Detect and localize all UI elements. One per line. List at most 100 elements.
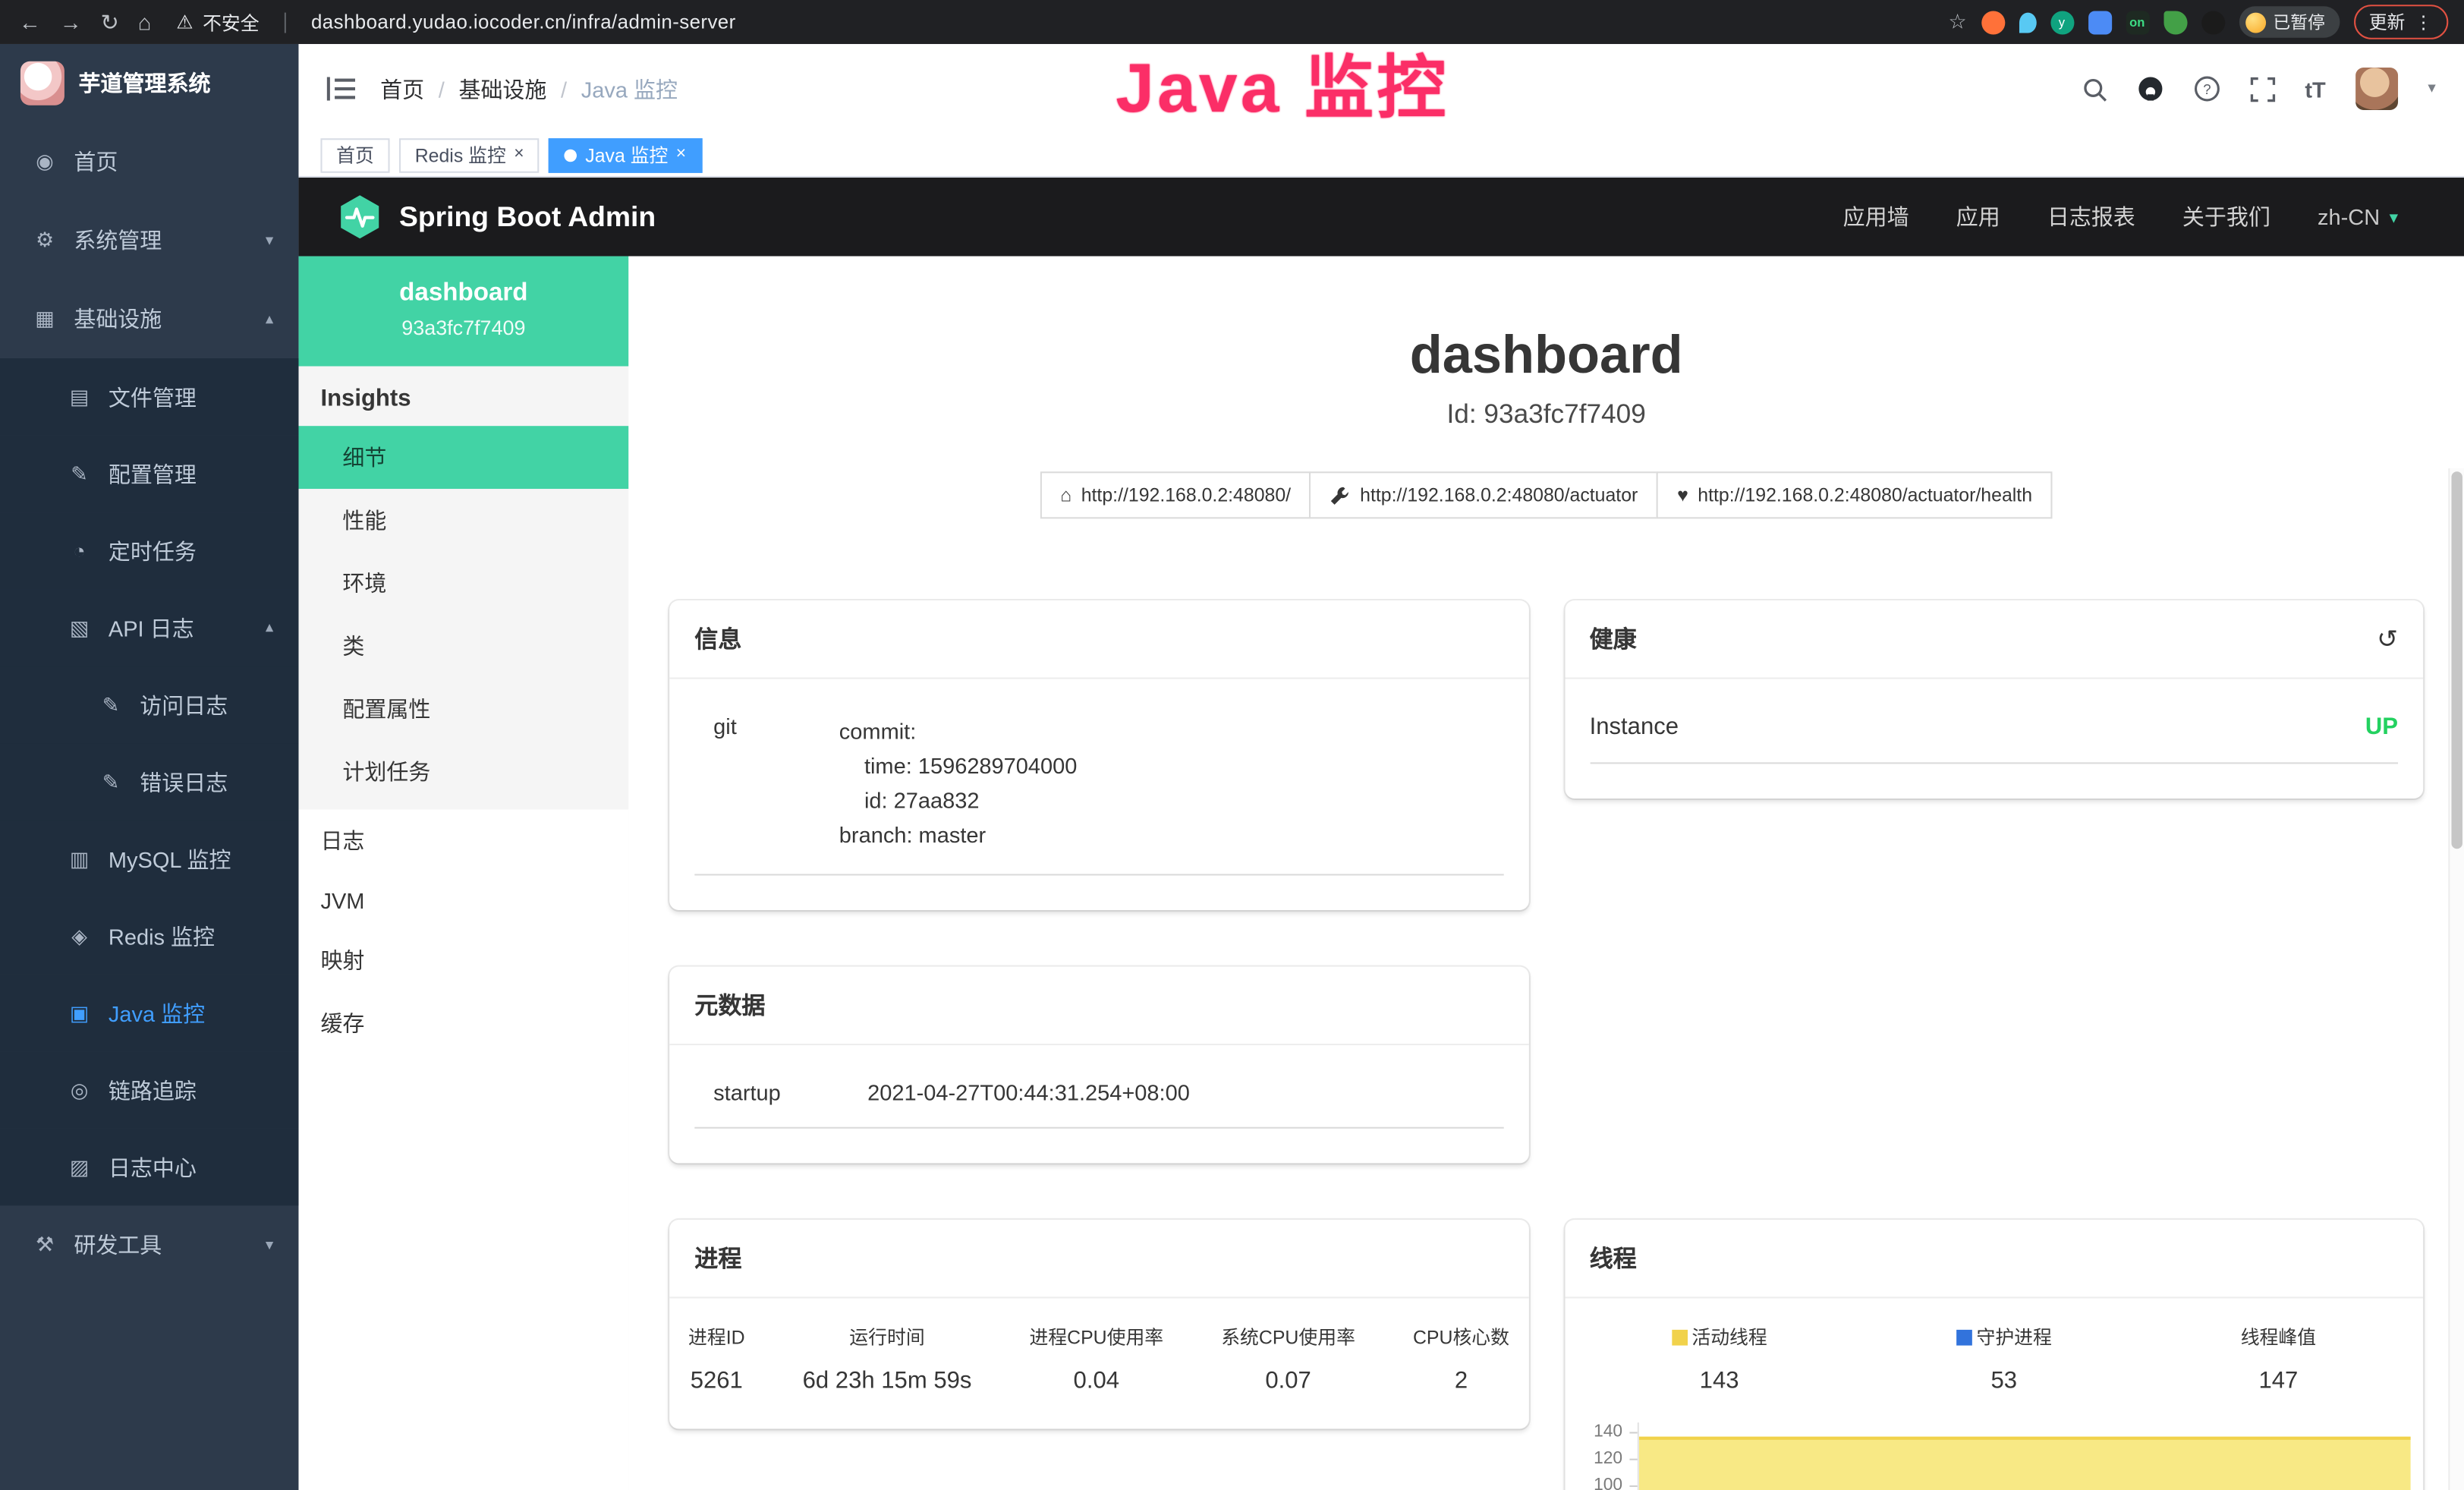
sidebar-item-file-management[interactable]: ▤ 文件管理	[0, 358, 298, 435]
process-card: 进程 进程ID 5261 运行时间 6d 23h 15m 59s	[669, 1220, 1528, 1429]
sba-item-details[interactable]: 细节	[298, 426, 628, 489]
sidebar-item-redis-monitor[interactable]: ◈ Redis 监控	[0, 897, 298, 974]
hamburger-icon[interactable]	[327, 77, 355, 100]
log-center-icon: ▨	[66, 1155, 93, 1180]
chevron-down-icon[interactable]: ▾	[2428, 80, 2435, 98]
scrollbar-thumb[interactable]	[2451, 471, 2462, 849]
page-title: dashboard	[669, 326, 2423, 387]
sba-nav-about[interactable]: 关于我们	[2182, 201, 2270, 232]
github-icon[interactable]	[2137, 75, 2163, 102]
sba-item-scheduled-tasks[interactable]: 计划任务	[298, 740, 628, 803]
sidebar-item-label: MySQL 监控	[109, 843, 231, 874]
reload-icon[interactable]: ↻	[101, 8, 119, 35]
update-label: 更新	[2369, 9, 2406, 34]
close-icon[interactable]: ×	[514, 146, 524, 164]
trace-icon: ◎	[66, 1078, 93, 1103]
paw-extension-icon[interactable]	[2201, 10, 2224, 33]
sidebar-item-access-logs[interactable]: ✎ 访问日志	[0, 666, 298, 743]
sba-item-performance[interactable]: 性能	[298, 489, 628, 552]
column-header: 进程CPU使用率	[1029, 1324, 1163, 1350]
chart-plot-area	[1637, 1422, 2414, 1490]
cell-value: 6d 23h 15m 59s	[803, 1368, 972, 1394]
search-icon[interactable]	[2082, 76, 2107, 101]
sidebar-item-dev-tools[interactable]: ⚒ 研发工具 ▾	[0, 1205, 298, 1284]
sidebar-item-config-management[interactable]: ✎ 配置管理	[0, 436, 298, 512]
y-tick: 100	[1594, 1476, 1622, 1490]
app-logo-row[interactable]: 芋道管理系统	[0, 44, 298, 123]
actuator-url-button[interactable]: http://192.168.0.2:48080/actuator	[1310, 471, 1658, 518]
user-avatar[interactable]	[2355, 68, 2398, 110]
tick-mark	[1629, 1485, 1636, 1487]
table-row: Instance UP	[1590, 704, 2398, 764]
home-icon[interactable]: ⌂	[138, 9, 152, 34]
sidebar-item-mysql-monitor[interactable]: ▥ MySQL 监控	[0, 821, 298, 897]
fullscreen-icon[interactable]	[2250, 76, 2275, 101]
update-button[interactable]: 更新 ⋮	[2353, 5, 2448, 39]
sba-nav-applications[interactable]: 应用	[1956, 201, 2000, 232]
breadcrumb-section[interactable]: 基础设施	[458, 73, 546, 104]
sba-nav-journal[interactable]: 日志报表	[2047, 201, 2135, 232]
sba-main: dashboard Id: 93a3fc7f7409 ⌂ http://192.…	[628, 257, 2464, 1490]
dashboard-icon: ◉	[31, 150, 58, 175]
url-text[interactable]: dashboard.yudao.iocoder.cn/infra/admin-s…	[311, 11, 736, 33]
kebab-menu-icon[interactable]: ⋮	[2415, 11, 2433, 33]
bookmark-star-icon[interactable]: ☆	[1948, 9, 1966, 34]
table-row: git commit: time: 1596289704000 id: 27aa…	[694, 704, 1503, 876]
sidebar-item-api-logs[interactable]: ▧ API 日志 ▴	[0, 590, 298, 666]
metadata-card-title: 元数据	[694, 989, 765, 1022]
sidebar-item-infrastructure[interactable]: ▦ 基础设施 ▴	[0, 280, 298, 359]
cards-grid: 信息 git commit: time: 1596289704000 id: 2…	[669, 600, 2423, 1490]
sidebar-item-label: 首页	[74, 146, 118, 178]
close-icon[interactable]: ×	[676, 146, 686, 164]
sba-nav-wallboard[interactable]: 应用墙	[1843, 201, 1909, 232]
leaf-extension-icon[interactable]	[2163, 10, 2186, 33]
sba-item-mappings[interactable]: 映射	[298, 929, 628, 992]
address-bar[interactable]: ⚠ 不安全 dashboard.yudao.iocoder.cn/infra/a…	[176, 8, 735, 35]
back-icon[interactable]: ←	[19, 9, 41, 34]
sba-brand-label: Spring Boot Admin	[399, 200, 656, 233]
help-icon[interactable]: ?	[2193, 75, 2220, 102]
sba-locale-select[interactable]: zh-CN ▾	[2318, 204, 2398, 229]
health-url-button[interactable]: ♥ http://192.168.0.2:48080/actuator/heal…	[1657, 471, 2053, 518]
font-size-icon[interactable]: tT	[2305, 76, 2325, 101]
column-header: CPU核心数	[1413, 1324, 1509, 1350]
sidebar-item-error-logs[interactable]: ✎ 错误日志	[0, 743, 298, 820]
breadcrumb-home[interactable]: 首页	[380, 73, 424, 104]
sidebar-item-log-center[interactable]: ▨ 日志中心	[0, 1129, 298, 1205]
y-extension-icon[interactable]: y	[2050, 10, 2073, 33]
yellow-swatch-icon	[1671, 1329, 1687, 1345]
sba-item-jvm[interactable]: JVM	[298, 872, 628, 929]
sba-brand[interactable]: Spring Boot Admin	[336, 194, 656, 241]
sidebar-item-scheduled-tasks[interactable]: ◔ 定时任务	[0, 512, 298, 589]
breadcrumb-separator: /	[439, 76, 445, 101]
sba-item-config-props[interactable]: 配置属性	[298, 678, 628, 741]
sba-item-caches[interactable]: 缓存	[298, 992, 628, 1055]
legend-value: 143	[1671, 1368, 1767, 1394]
sidebar-item-home[interactable]: ◉ 首页	[0, 123, 298, 202]
tab-label: 首页	[336, 141, 374, 168]
sidebar-item-label: 链路追踪	[109, 1074, 197, 1105]
sba-item-environment[interactable]: 环境	[298, 552, 628, 615]
tab-home[interactable]: 首页	[320, 137, 389, 172]
on-badge-extension-icon[interactable]: on	[2126, 10, 2149, 33]
fox-extension-icon[interactable]	[1981, 10, 2004, 33]
sidebar-item-java-monitor[interactable]: ▣ Java 监控	[0, 975, 298, 1051]
sidebar-item-tracing[interactable]: ◎ 链路追踪	[0, 1051, 298, 1128]
sba-item-logs[interactable]: 日志	[298, 809, 628, 872]
paused-badge[interactable]: 已暂停	[2239, 6, 2340, 37]
status-badge: UP	[2365, 713, 2398, 740]
tab-redis-monitor[interactable]: Redis 监控 ×	[399, 137, 540, 172]
history-icon[interactable]: ↺	[2377, 623, 2398, 654]
scrollbar[interactable]	[2448, 468, 2464, 1490]
sba-instance-header[interactable]: dashboard 93a3fc7f7409	[298, 257, 628, 367]
service-url-button[interactable]: ⌂ http://192.168.0.2:48080/	[1040, 471, 1311, 518]
forward-icon[interactable]: →	[60, 9, 82, 34]
legend-active-threads: 活动线程 143	[1671, 1324, 1767, 1394]
tab-java-monitor[interactable]: Java 监控 ×	[549, 137, 702, 172]
smiley-icon	[2245, 12, 2265, 33]
drop-extension-icon[interactable]	[2019, 12, 2036, 33]
grid-extension-icon[interactable]	[2088, 10, 2111, 33]
sidebar-item-system-management[interactable]: ⚙ 系统管理 ▾	[0, 201, 298, 280]
sba-instance-id: 93a3fc7f7409	[311, 316, 616, 339]
sba-item-classes[interactable]: 类	[298, 615, 628, 678]
